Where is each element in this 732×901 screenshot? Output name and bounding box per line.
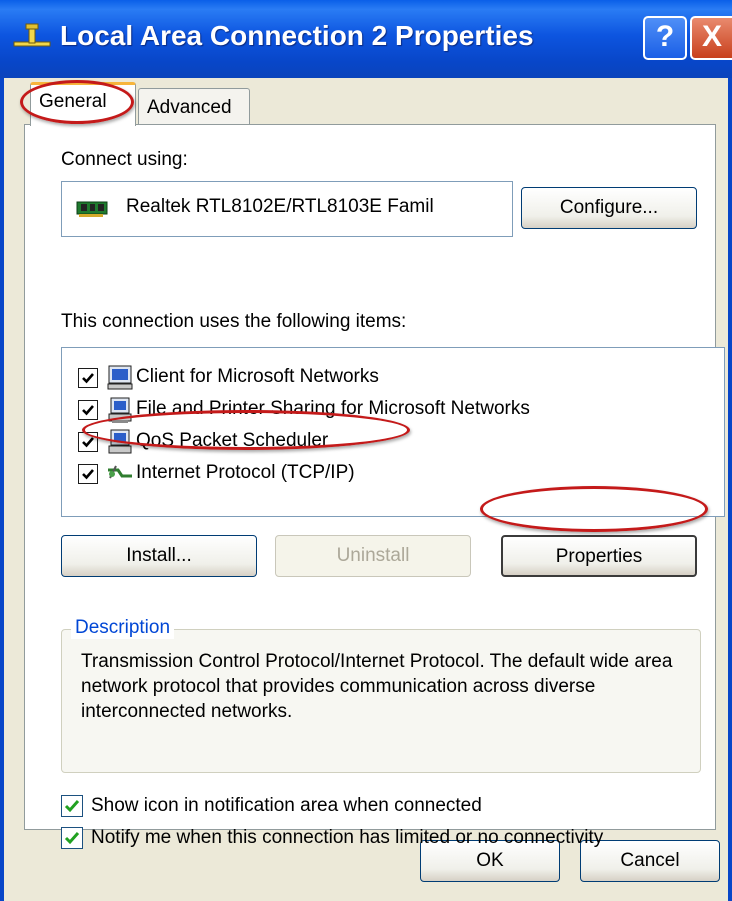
item-checkbox[interactable] <box>78 400 98 420</box>
adapter-field: Realtek RTL8102E/RTL8103E Famil <box>61 181 513 237</box>
show-icon-label: Show icon in notification area when conn… <box>91 795 482 816</box>
help-icon: ? <box>655 20 675 53</box>
help-button[interactable]: ? <box>643 16 687 60</box>
checkmark-icon <box>82 373 94 384</box>
tab-general[interactable]: General <box>30 82 136 126</box>
configure-button[interactable]: Configure... <box>521 187 697 229</box>
items-label: This connection uses the following items… <box>61 311 407 332</box>
item-checkbox[interactable] <box>78 368 98 388</box>
item-label: QoS Packet Scheduler <box>136 430 329 451</box>
components-list[interactable]: Client for Microsoft Networks File and P… <box>61 347 725 517</box>
configure-button-label: Configure... <box>559 197 659 218</box>
cancel-button-label: Cancel <box>620 850 680 871</box>
tab-advanced-label: Advanced <box>147 97 232 118</box>
ok-button-label: OK <box>476 850 504 871</box>
general-tab-panel: Connect using: Realtek RTL8102E/RTL8103E… <box>24 124 725 849</box>
qos-scheduler-icon <box>108 429 132 454</box>
network-client-icon <box>107 365 133 390</box>
properties-button-label: Properties <box>555 546 643 567</box>
item-label: Client for Microsoft Networks <box>136 366 379 387</box>
network-connection-icon <box>13 23 51 47</box>
close-icon: X <box>701 20 722 53</box>
protocol-icon <box>108 465 132 479</box>
tab-general-label: General <box>39 91 107 112</box>
checkmark-icon <box>82 437 94 448</box>
window-title: Local Area Connection 2 Properties <box>60 20 534 51</box>
item-label: File and Printer Sharing for Microsoft N… <box>136 398 530 419</box>
title-bar[interactable]: Local Area Connection 2 Properties ? X <box>0 0 732 78</box>
uninstall-button-label: Uninstall <box>336 545 410 566</box>
file-printer-sharing-icon <box>108 397 132 423</box>
show-icon-checkbox[interactable] <box>61 795 83 817</box>
network-card-icon <box>76 201 108 217</box>
connect-using-label: Connect using: <box>61 149 188 170</box>
uninstall-button[interactable]: Uninstall <box>275 535 471 577</box>
checkmark-icon <box>64 832 80 845</box>
install-button-label: Install... <box>126 545 192 566</box>
checkmark-icon <box>64 800 80 813</box>
properties-button[interactable]: Properties <box>501 535 697 577</box>
item-label: Internet Protocol (TCP/IP) <box>136 462 355 483</box>
close-button[interactable]: X <box>690 16 732 60</box>
tab-advanced[interactable]: Advanced <box>138 88 250 128</box>
checkmark-icon <box>82 469 94 480</box>
description-legend: Description <box>71 617 175 639</box>
item-checkbox[interactable] <box>78 432 98 452</box>
notify-label: Notify me when this connection has limit… <box>91 827 604 848</box>
window-body: General Advanced Connect using: Realtek … <box>0 78 732 901</box>
adapter-name: Realtek RTL8102E/RTL8103E Famil <box>126 196 434 217</box>
description-text: Transmission Control Protocol/Internet P… <box>81 651 673 722</box>
item-checkbox[interactable] <box>78 464 98 484</box>
install-button[interactable]: Install... <box>61 535 257 577</box>
checkmark-icon <box>82 405 94 416</box>
notify-checkbox[interactable] <box>61 827 83 849</box>
